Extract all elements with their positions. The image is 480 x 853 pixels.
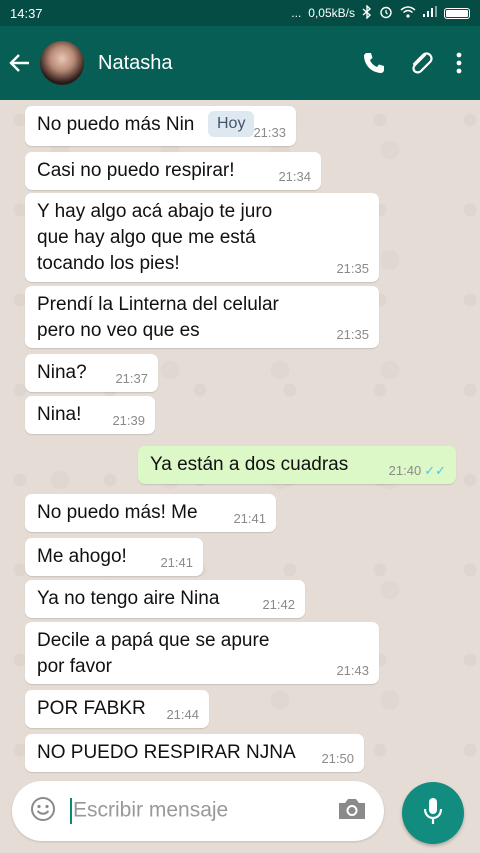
- mic-button[interactable]: [402, 782, 464, 844]
- message-text: Prendí la Linterna del celular pero no v…: [37, 294, 279, 341]
- alarm-icon: [379, 5, 393, 22]
- signal-icon: [423, 6, 437, 20]
- message-time: 21:35: [336, 327, 369, 342]
- wifi-icon: [400, 5, 416, 21]
- message-bubble-outgoing[interactable]: Ya están a dos cuadras 21:40 ✓✓: [138, 446, 456, 484]
- avatar[interactable]: [40, 41, 84, 85]
- message-meta: 21:40 ✓✓: [389, 463, 446, 479]
- chat-header: Natasha: [0, 26, 480, 100]
- message-time: 21:35: [336, 261, 369, 276]
- message-text: Decile a papá que se apure por favor: [37, 630, 270, 677]
- message-time: 21:37: [115, 371, 148, 386]
- message-bubble-incoming[interactable]: Nina? 21:37: [25, 354, 158, 392]
- message-bubble-incoming[interactable]: Nina! 21:39: [25, 396, 155, 434]
- mic-icon: [422, 796, 444, 831]
- message-time: 21:39: [112, 413, 145, 428]
- message-time: 21:34: [278, 169, 311, 184]
- message-bubble-incoming[interactable]: NO PUEDO RESPIRAR NJNA 21:50: [25, 734, 364, 772]
- text-caret: [70, 798, 72, 824]
- status-dots: ...: [291, 6, 302, 20]
- message-bubble-incoming[interactable]: Me ahogo! 21:41: [25, 538, 203, 576]
- message-text: No puedo más! Me: [37, 502, 198, 523]
- camera-icon[interactable]: [336, 796, 368, 827]
- back-arrow-icon[interactable]: [0, 53, 40, 73]
- message-text: NO PUEDO RESPIRAR NJNA: [37, 742, 296, 763]
- message-time: 21:33: [253, 125, 286, 140]
- read-ticks-icon: ✓✓: [424, 463, 446, 478]
- message-list[interactable]: No puedo más Nin 21:33 Hoy Casi no puedo…: [0, 100, 480, 780]
- message-time: 21:44: [166, 707, 199, 722]
- network-speed: 0,05kB/s: [308, 6, 355, 20]
- message-composer[interactable]: Escribir mensaje: [12, 781, 384, 841]
- message-time: 21:41: [160, 555, 193, 570]
- paperclip-icon[interactable]: [408, 50, 434, 76]
- message-time: 21:40: [388, 463, 422, 478]
- message-input-placeholder: Escribir mensaje: [73, 798, 229, 822]
- bluetooth-icon: [362, 3, 372, 22]
- message-text: Ya no tengo aire Nina: [37, 588, 220, 609]
- battery-icon: [444, 7, 470, 19]
- contact-name[interactable]: Natasha: [98, 52, 362, 75]
- message-text: Casi no puedo respirar!: [37, 160, 235, 181]
- message-bubble-incoming[interactable]: No puedo más Nin 21:33: [25, 106, 296, 146]
- message-time: 21:42: [262, 597, 295, 612]
- message-bubble-incoming[interactable]: Decile a papá que se apure por favor 21:…: [25, 622, 379, 684]
- message-text: Y hay algo acá abajo te juro que hay alg…: [37, 201, 273, 274]
- message-bubble-incoming[interactable]: Ya no tengo aire Nina 21:42: [25, 580, 305, 618]
- more-vert-icon[interactable]: [456, 52, 462, 74]
- message-bubble-incoming[interactable]: Y hay algo acá abajo te juro que hay alg…: [25, 193, 379, 282]
- message-input[interactable]: Escribir mensaje: [70, 798, 336, 824]
- message-time: 21:50: [321, 751, 354, 766]
- message-time: 21:41: [233, 511, 266, 526]
- emoji-icon[interactable]: [30, 796, 56, 827]
- status-bar: 14:37 ... 0,05kB/s: [0, 0, 480, 26]
- message-bubble-incoming[interactable]: No puedo más! Me 21:41: [25, 494, 276, 532]
- message-time: 21:43: [336, 663, 369, 678]
- phone-icon[interactable]: [362, 51, 386, 75]
- message-bubble-incoming[interactable]: Casi no puedo respirar! 21:34: [25, 152, 321, 190]
- status-indicators: ... 0,05kB/s: [291, 3, 470, 22]
- status-time: 14:37: [10, 5, 43, 21]
- date-divider: Hoy: [208, 111, 255, 137]
- message-bubble-incoming[interactable]: POR FABKR 21:44: [25, 690, 209, 728]
- message-bubble-incoming[interactable]: Prendí la Linterna del celular pero no v…: [25, 286, 379, 348]
